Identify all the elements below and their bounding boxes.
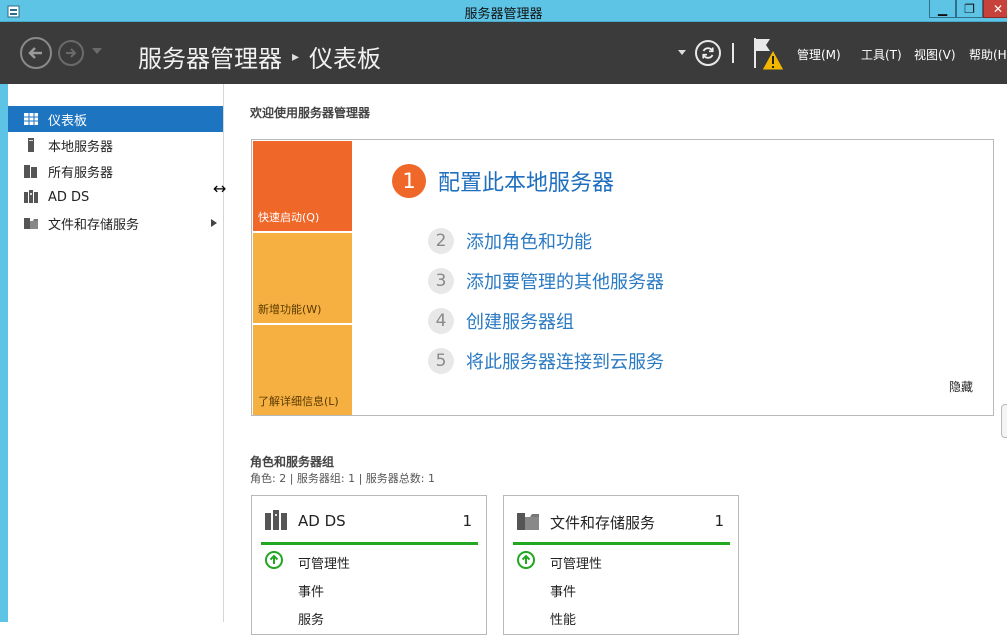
- notifications-flag-icon[interactable]: [752, 36, 786, 72]
- forward-button[interactable]: [58, 40, 84, 66]
- step-number: 3: [428, 268, 454, 294]
- refresh-icon: [702, 47, 714, 59]
- status-bar: [261, 542, 478, 545]
- role-row-events[interactable]: 事件: [298, 581, 324, 600]
- back-button[interactable]: [20, 37, 52, 69]
- window-title: 服务器管理器: [464, 7, 543, 22]
- tile-quick-start[interactable]: 快速启动(Q): [253, 141, 352, 231]
- role-card-file-storage[interactable]: 文件和存储服务 1 可管理性 事件 性能: [503, 495, 739, 635]
- ad-ds-icon: [265, 510, 287, 530]
- roles-title: 角色和服务器组: [250, 455, 335, 469]
- step-number: 1: [392, 164, 426, 198]
- ad-ds-icon: [24, 190, 38, 203]
- roles-summary: 角色: 2 | 服务器组: 1 | 服务器总数: 1: [250, 472, 436, 485]
- role-count: 1: [714, 512, 724, 530]
- arrow-right-icon: [66, 48, 77, 58]
- header-dropdown-icon[interactable]: [678, 50, 686, 55]
- sidebar-item-label: AD DS: [48, 189, 90, 205]
- step-add-servers: 3 添加要管理的其他服务器: [428, 268, 664, 294]
- role-row-manageability[interactable]: 可管理性: [550, 553, 602, 572]
- breadcrumb-page: 仪表板: [309, 45, 382, 73]
- status-ok-icon: [265, 551, 283, 569]
- file-storage-icon: [517, 513, 539, 530]
- sidebar-item-ad-ds[interactable]: AD DS: [8, 184, 223, 210]
- breadcrumb-separator: ▸: [292, 48, 300, 65]
- menu-tools[interactable]: 工具(T): [861, 46, 902, 63]
- restore-button[interactable]: ❐: [956, 0, 983, 18]
- role-name: AD DS: [298, 512, 346, 530]
- dashboard-icon: [24, 113, 38, 125]
- step-link[interactable]: 添加要管理的其他服务器: [466, 268, 664, 294]
- step-link[interactable]: 创建服务器组: [466, 308, 574, 334]
- tile-label: 快速启动(Q): [258, 211, 320, 224]
- welcome-title: 欢迎使用服务器管理器: [250, 106, 371, 120]
- tile-whats-new[interactable]: 新增功能(W): [253, 233, 352, 323]
- minimize-button[interactable]: ▁: [929, 0, 956, 18]
- tile-label: 新增功能(W): [258, 303, 322, 316]
- sidebar-item-dashboard[interactable]: 仪表板: [8, 106, 223, 132]
- step-add-roles: 2 添加角色和功能: [428, 228, 592, 254]
- sidebar-item-file-storage[interactable]: 文件和存储服务: [8, 210, 223, 236]
- window-left-border: [0, 22, 8, 622]
- sidebar-item-label: 仪表板: [48, 113, 88, 129]
- step-number: 2: [428, 228, 454, 254]
- role-count: 1: [462, 512, 472, 530]
- sidebar-item-label: 所有服务器: [48, 165, 114, 181]
- sidebar-item-label: 文件和存储服务: [48, 217, 140, 233]
- header-divider: [732, 43, 734, 63]
- step-number: 4: [428, 308, 454, 334]
- sidebar-item-label: 本地服务器: [48, 139, 114, 155]
- step-connect-cloud: 5 将此服务器连接到云服务: [428, 348, 664, 374]
- tile-learn-more[interactable]: 了解详细信息(L): [253, 325, 352, 415]
- role-card-ad-ds[interactable]: AD DS 1 可管理性 事件 服务: [251, 495, 487, 635]
- step-create-group: 4 创建服务器组: [428, 308, 574, 334]
- step-link[interactable]: 将此服务器连接到云服务: [466, 348, 664, 374]
- sidebar: 仪表板 本地服务器 所有服务器 AD DS 文件和存储服务: [8, 84, 224, 622]
- close-button[interactable]: ✕: [983, 0, 1007, 18]
- expand-arrow-icon[interactable]: [211, 219, 217, 227]
- scrollbar-thumb[interactable]: [1001, 404, 1007, 438]
- status-bar: [513, 542, 730, 545]
- menu-view[interactable]: 视图(V): [914, 46, 956, 63]
- menu-help[interactable]: 帮助(H): [969, 46, 1007, 63]
- step-configure-local-server: 1 配置此本地服务器: [392, 164, 614, 198]
- status-ok-icon: [517, 551, 535, 569]
- menu-manage[interactable]: 管理(M): [797, 46, 841, 63]
- welcome-panel: 快速启动(Q) 新增功能(W) 了解详细信息(L) 1 配置此本地服务器 2 添…: [251, 139, 994, 416]
- role-row-events[interactable]: 事件: [550, 581, 576, 600]
- hide-welcome-link[interactable]: 隐藏: [949, 378, 973, 395]
- sidebar-item-all-servers[interactable]: 所有服务器: [8, 158, 223, 184]
- resize-cursor-icon: ↔: [213, 179, 227, 198]
- role-row-manageability[interactable]: 可管理性: [298, 553, 350, 572]
- step-link[interactable]: 配置此本地服务器: [438, 165, 614, 197]
- step-number: 5: [428, 348, 454, 374]
- arrow-left-icon: [28, 47, 42, 59]
- sidebar-list: 仪表板 本地服务器 所有服务器 AD DS 文件和存储服务: [8, 106, 223, 236]
- role-name: 文件和存储服务: [550, 514, 656, 532]
- window-titlebar: 服务器管理器 ▁ ❐ ✕: [0, 0, 1007, 22]
- history-dropdown-icon[interactable]: [92, 48, 102, 54]
- role-row-services[interactable]: 服务: [298, 609, 324, 628]
- role-row-performance[interactable]: 性能: [550, 609, 576, 628]
- breadcrumb: 服务器管理器 ▸ 仪表板: [138, 39, 381, 74]
- refresh-button[interactable]: [695, 40, 721, 66]
- tile-label: 了解详细信息(L): [258, 395, 339, 408]
- servers-icon: [24, 165, 37, 178]
- breadcrumb-app[interactable]: 服务器管理器: [138, 39, 282, 74]
- file-storage-icon: [24, 218, 38, 229]
- step-link[interactable]: 添加角色和功能: [466, 228, 592, 254]
- server-icon: [28, 138, 34, 152]
- app-header: 服务器管理器 ▸ 仪表板 管理(M) 工具(T) 视图(V) 帮助(H): [0, 22, 1007, 84]
- sidebar-item-local-server[interactable]: 本地服务器: [8, 132, 223, 158]
